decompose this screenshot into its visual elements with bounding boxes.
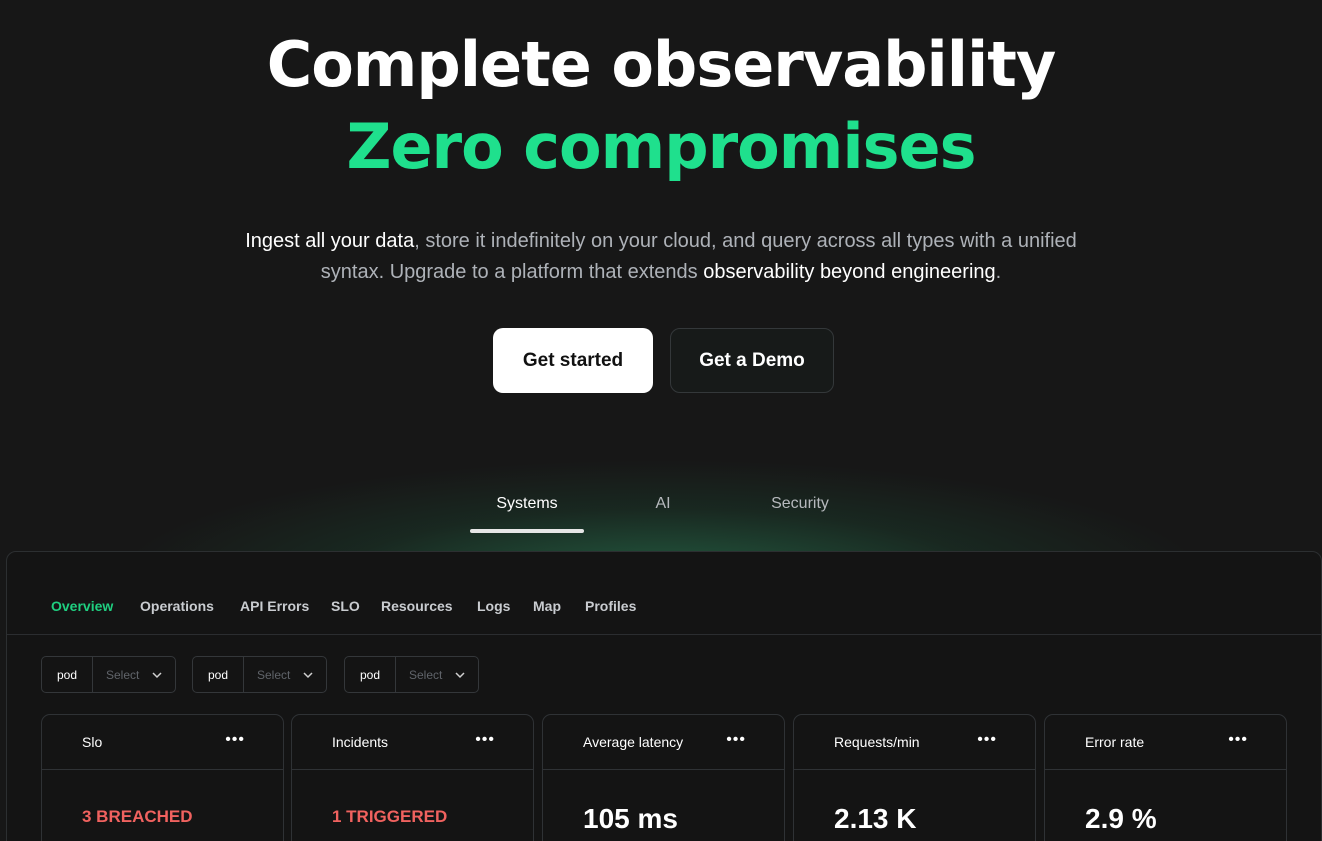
nav-api-errors[interactable]: API Errors [240, 598, 309, 614]
filter-key: pod [345, 657, 396, 692]
get-started-button[interactable]: Get started [493, 328, 653, 393]
subtitle-end: . [995, 261, 1002, 283]
tab-ai[interactable]: AI [640, 495, 686, 513]
filter-select[interactable]: Select [244, 657, 326, 692]
card-header: Incidents ••• [292, 715, 533, 770]
pod-filter-2: pod Select [192, 656, 327, 693]
more-options-icon[interactable]: ••• [1228, 732, 1248, 748]
nav-profiles[interactable]: Profiles [585, 598, 636, 614]
chevron-down-icon [152, 672, 162, 679]
product-tabs: Systems AI Security [0, 495, 1322, 535]
pod-filter-3: pod Select [344, 656, 479, 693]
more-options-icon[interactable]: ••• [977, 732, 997, 748]
hero-subtitle: Ingest all your data, store it indefinit… [230, 226, 1092, 288]
landing-page: Complete observability Zero compromises … [0, 0, 1322, 841]
card-header: Error rate ••• [1045, 715, 1286, 770]
card-title: Requests/min [834, 734, 920, 750]
card-value: 2.13 K [834, 803, 917, 834]
nav-resources[interactable]: Resources [381, 598, 453, 614]
filter-key: pod [193, 657, 244, 692]
metric-card-error-rate: Error rate ••• 2.9 % [1044, 714, 1287, 841]
more-options-icon[interactable]: ••• [726, 732, 746, 748]
filter-select[interactable]: Select [396, 657, 478, 692]
metric-card-slo: Slo ••• 3 BREACHED [41, 714, 284, 841]
tab-security[interactable]: Security [755, 495, 845, 513]
filter-placeholder: Select [106, 667, 140, 682]
active-tab-indicator [470, 529, 584, 533]
card-value: 1 TRIGGERED [332, 807, 448, 826]
pod-filter-1: pod Select [41, 656, 176, 693]
nav-divider [7, 634, 1322, 635]
subtitle-highlight-observability: observability beyond engineering [703, 261, 996, 283]
card-title: Slo [82, 734, 103, 750]
nav-operations[interactable]: Operations [140, 598, 214, 614]
metric-card-incidents: Incidents ••• 1 TRIGGERED [291, 714, 534, 841]
nav-slo[interactable]: SLO [331, 598, 360, 614]
card-header: Average latency ••• [543, 715, 784, 770]
card-title: Incidents [332, 734, 389, 750]
more-options-icon[interactable]: ••• [475, 732, 495, 748]
hero-title-line1: Complete observability [266, 28, 1057, 101]
dashboard-preview: Overview Operations API Errors SLO Resou… [6, 551, 1322, 841]
chevron-down-icon [455, 672, 465, 679]
more-options-icon[interactable]: ••• [225, 732, 245, 748]
card-value: 105 ms [583, 803, 678, 834]
filter-placeholder: Select [409, 667, 443, 682]
filter-placeholder: Select [257, 667, 291, 682]
nav-map[interactable]: Map [533, 598, 561, 614]
get-demo-button[interactable]: Get a Demo [670, 328, 834, 393]
hero-title-line2: Zero compromises [346, 110, 977, 183]
card-value: 2.9 % [1085, 803, 1157, 834]
nav-overview[interactable]: Overview [51, 598, 113, 614]
card-header: Slo ••• [42, 715, 283, 770]
filter-key: pod [42, 657, 93, 692]
chevron-down-icon [303, 672, 313, 679]
filter-select[interactable]: Select [93, 657, 175, 692]
card-title: Average latency [583, 734, 684, 750]
metric-card-latency: Average latency ••• 105 ms [542, 714, 785, 841]
nav-logs[interactable]: Logs [477, 598, 510, 614]
card-value: 3 BREACHED [82, 807, 193, 826]
card-header: Requests/min ••• [794, 715, 1035, 770]
metric-card-requests: Requests/min ••• 2.13 K [793, 714, 1036, 841]
tab-systems[interactable]: Systems [470, 495, 584, 513]
card-title: Error rate [1085, 734, 1145, 750]
subtitle-highlight-ingest: Ingest all your data [245, 230, 415, 252]
